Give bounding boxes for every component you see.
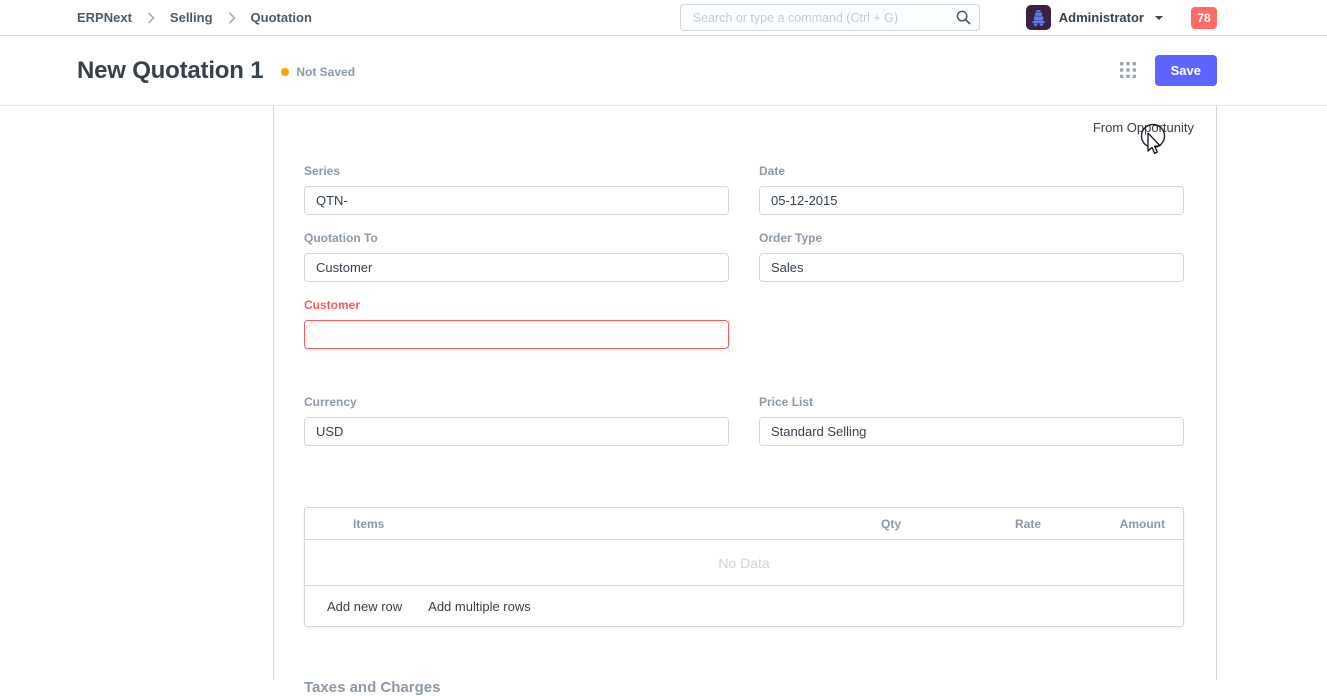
taxes-section-title: Taxes and Charges xyxy=(274,679,1216,696)
avatar xyxy=(1026,5,1051,30)
not-saved-dot-icon xyxy=(281,68,289,76)
robot-icon xyxy=(1031,10,1046,26)
customer-label: Customer xyxy=(304,298,729,312)
items-table-footer: Add new row Add multiple rows xyxy=(305,586,1183,626)
items-empty-state: No Data xyxy=(305,540,1183,586)
quotation-to-label: Quotation To xyxy=(304,231,729,245)
chevron-right-icon xyxy=(147,12,155,24)
items-column-header: Items xyxy=(305,517,781,531)
user-menu[interactable]: Administrator xyxy=(1026,5,1163,30)
notification-badge[interactable]: 78 xyxy=(1191,7,1217,29)
currency-label: Currency xyxy=(304,395,729,409)
field-quotation-to: Quotation To xyxy=(304,231,729,282)
field-order-type: Order Type xyxy=(759,231,1184,282)
breadcrumb-selling[interactable]: Selling xyxy=(170,10,213,25)
rate-column-header: Rate xyxy=(901,517,1041,531)
status-indicator: Not Saved xyxy=(281,65,355,79)
breadcrumb: ERPNext Selling Quotation xyxy=(77,10,312,25)
from-opportunity-link[interactable]: From Opportunity xyxy=(1093,120,1194,135)
empty-cell xyxy=(759,298,1184,365)
field-series: Series xyxy=(304,164,729,215)
form-grid: Series Date Quotation To Order Type Cust… xyxy=(274,164,1216,462)
field-customer: Customer xyxy=(304,298,729,349)
status-text: Not Saved xyxy=(296,65,355,79)
caret-down-icon xyxy=(1155,16,1163,20)
from-opportunity-row: From Opportunity xyxy=(274,106,1216,135)
form-body: From Opportunity Series Date Quotation T… xyxy=(0,106,1327,680)
field-currency: Currency xyxy=(304,395,729,446)
page-actions: Save xyxy=(1120,55,1217,86)
customer-input[interactable] xyxy=(304,320,729,349)
quotation-to-input[interactable] xyxy=(304,253,729,282)
series-input[interactable] xyxy=(304,186,729,215)
top-navbar: ERPNext Selling Quotation xyxy=(0,0,1327,36)
page-title: New Quotation 1 xyxy=(77,57,263,85)
order-type-label: Order Type xyxy=(759,231,1184,245)
global-search xyxy=(680,4,980,31)
items-section: Items Qty Rate Amount No Data Add new ro… xyxy=(274,507,1216,627)
add-multiple-rows-button[interactable]: Add multiple rows xyxy=(428,597,531,616)
date-label: Date xyxy=(759,164,1184,178)
breadcrumb-erpnext[interactable]: ERPNext xyxy=(77,10,132,25)
price-list-label: Price List xyxy=(759,395,1184,409)
currency-input[interactable] xyxy=(304,417,729,446)
user-name: Administrator xyxy=(1059,10,1144,25)
date-input[interactable] xyxy=(759,186,1184,215)
field-date: Date xyxy=(759,164,1184,215)
add-new-row-button[interactable]: Add new row xyxy=(327,597,402,616)
save-button[interactable]: Save xyxy=(1155,55,1217,86)
chevron-right-icon xyxy=(228,12,236,24)
form-column: From Opportunity Series Date Quotation T… xyxy=(273,106,1217,680)
price-list-input[interactable] xyxy=(759,417,1184,446)
qty-column-header: Qty xyxy=(781,517,901,531)
page-head: New Quotation 1 Not Saved Save xyxy=(0,36,1327,106)
amount-column-header: Amount xyxy=(1041,517,1183,531)
search-input[interactable] xyxy=(680,4,980,31)
order-type-input[interactable] xyxy=(759,253,1184,282)
items-table: Items Qty Rate Amount No Data Add new ro… xyxy=(304,507,1184,627)
search-icon[interactable] xyxy=(956,10,971,30)
breadcrumb-quotation[interactable]: Quotation xyxy=(251,10,312,25)
menu-grid-icon[interactable] xyxy=(1120,62,1137,79)
field-price-list: Price List xyxy=(759,395,1184,446)
series-label: Series xyxy=(304,164,729,178)
items-table-header: Items Qty Rate Amount xyxy=(305,508,1183,540)
